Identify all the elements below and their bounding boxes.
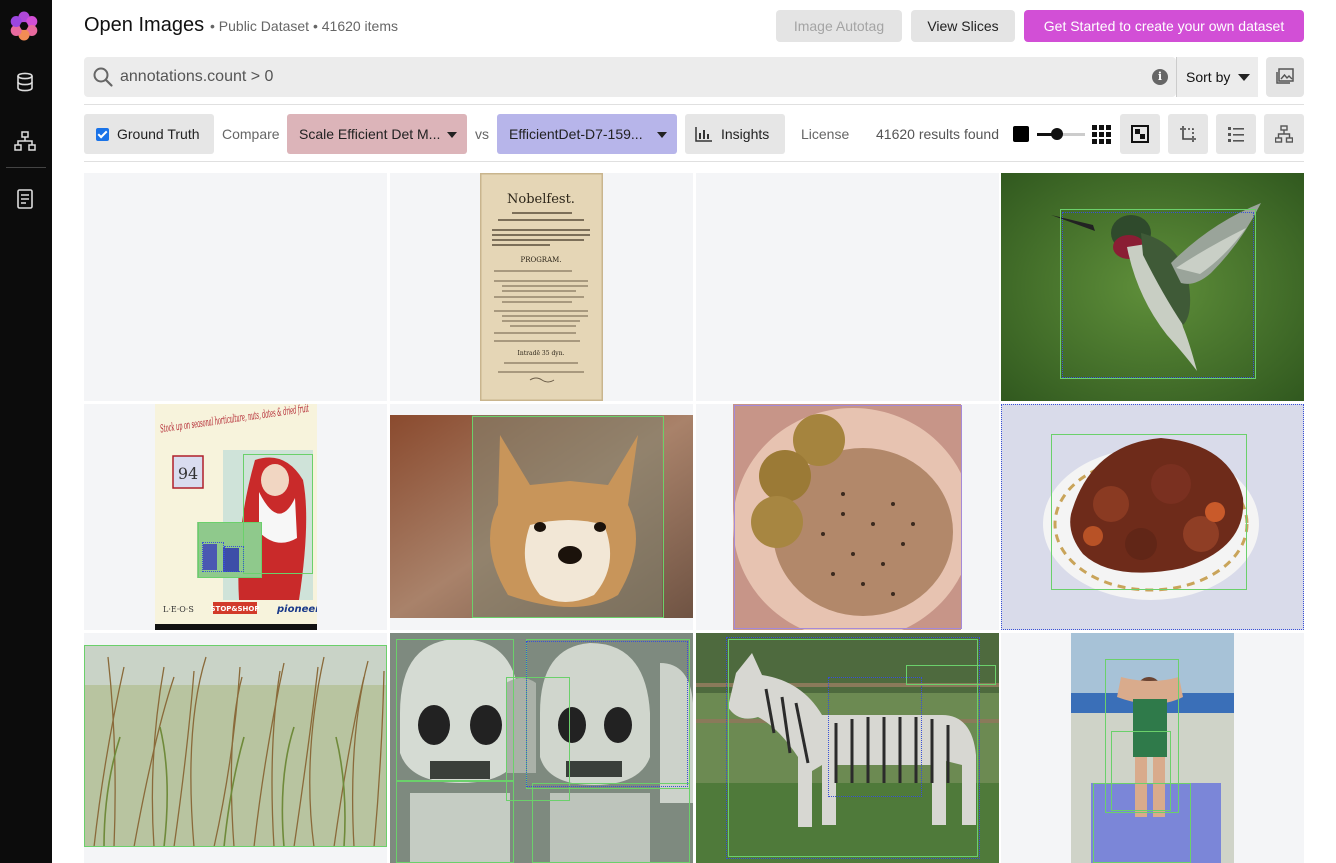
image-tile-empty[interactable] — [696, 173, 999, 401]
poster-badge: 94 — [178, 464, 198, 483]
ground-truth-box — [1093, 783, 1191, 863]
model-b-label: EfficientDet-D7-159... — [509, 126, 643, 142]
prediction-box — [224, 546, 244, 572]
image-tile-hummingbird[interactable] — [1001, 173, 1304, 401]
list-icon — [1228, 127, 1244, 142]
image-grid: Nobelfest. PROGRAM. Intradē 35 dyn. Stoc… — [84, 173, 1304, 863]
view-slices-button[interactable]: View Slices — [911, 10, 1015, 42]
ground-truth-box — [532, 783, 690, 863]
image-tile-empty[interactable] — [84, 173, 387, 401]
prediction-box — [828, 677, 922, 797]
sidebar-divider — [6, 167, 46, 168]
chevron-down-icon — [447, 132, 457, 138]
image-autotag-button[interactable]: Image Autotag — [776, 10, 902, 42]
dataset-meta: • Public Dataset • 41620 items — [210, 18, 399, 34]
image-tile-dog[interactable] — [390, 404, 693, 630]
image-tile-food[interactable] — [696, 404, 999, 630]
chevron-down-icon — [657, 132, 667, 138]
poster-footer-right: pioneer — [276, 604, 317, 615]
ground-truth-box — [396, 781, 514, 863]
ground-truth-box — [396, 639, 514, 781]
image-icon — [1276, 68, 1294, 84]
search-bar: i — [84, 57, 1176, 97]
get-started-button[interactable]: Get Started to create your own dataset — [1024, 10, 1304, 42]
ground-truth-checkbox[interactable] — [96, 128, 109, 141]
prediction-box — [1001, 404, 1304, 630]
sort-label: Sort by — [1186, 69, 1231, 85]
image-tile-gymnast[interactable] — [1001, 633, 1304, 863]
bar-chart-icon — [695, 127, 712, 142]
chevron-down-icon — [1238, 74, 1250, 81]
crop-view-button[interactable] — [1168, 114, 1208, 154]
image-tile-document[interactable]: Nobelfest. PROGRAM. Intradē 35 dyn. — [390, 173, 693, 401]
prediction-box — [526, 641, 688, 787]
database-icon[interactable] — [14, 71, 36, 93]
prediction-box — [202, 542, 224, 572]
image-tile-grass[interactable] — [84, 633, 387, 863]
image-search-button[interactable] — [1266, 57, 1304, 97]
document-icon[interactable] — [14, 188, 36, 210]
image-tile-troopers[interactable] — [390, 633, 693, 863]
ground-truth-box — [84, 645, 387, 847]
poster-footer-left: L·E·O·S — [163, 605, 194, 614]
model-b-dropdown[interactable]: EfficientDet-D7-159... — [497, 114, 677, 154]
insights-label: Insights — [721, 126, 770, 142]
page-title: Open Images — [84, 14, 205, 36]
main-content: Open Images • Public Dataset • 41620 ite… — [84, 0, 1304, 863]
list-view-button[interactable] — [1216, 114, 1256, 154]
image-tile-poster[interactable]: Stock up on seasonal horticulture, nuts,… — [84, 404, 387, 630]
document-image: Nobelfest. PROGRAM. Intradē 35 dyn. — [480, 173, 603, 401]
header: Open Images • Public Dataset • 41620 ite… — [84, 8, 1304, 42]
search-icon — [93, 67, 113, 87]
ground-truth-box — [472, 416, 664, 618]
license-button[interactable]: License — [801, 126, 849, 142]
insights-button[interactable]: Insights — [685, 114, 785, 154]
sidebar — [0, 0, 52, 863]
slider-knob[interactable] — [1051, 128, 1063, 140]
document-intermission: Intradē 35 dyn. — [518, 350, 565, 357]
ground-truth-label: Ground Truth — [117, 126, 200, 142]
compare-label: Compare — [222, 126, 280, 142]
divider — [84, 161, 1304, 162]
mosaic-view-button[interactable] — [1120, 114, 1160, 154]
cluster-view-button[interactable] — [1264, 114, 1304, 154]
document-title: Nobelfest. — [507, 192, 575, 207]
results-count: 41620 results found — [876, 126, 999, 142]
toolbar: Ground Truth Compare Scale Efficient Det… — [84, 114, 1304, 154]
crop-icon — [1180, 126, 1196, 142]
hierarchy-icon — [1275, 125, 1293, 143]
ground-truth-toggle[interactable]: Ground Truth — [84, 114, 214, 154]
grid-view-icon[interactable] — [1092, 125, 1112, 145]
mosaic-icon — [1131, 125, 1149, 143]
poster-footer-mid: STOP&SHOP — [211, 605, 260, 613]
image-tile-plate[interactable] — [1001, 404, 1304, 630]
prediction-box — [734, 405, 962, 629]
sort-dropdown[interactable]: Sort by — [1176, 57, 1258, 97]
model-a-label: Scale Efficient Det M... — [299, 126, 441, 142]
divider — [84, 104, 1304, 105]
image-tile-zebra[interactable] — [696, 633, 999, 863]
thumbnail-size-slider[interactable] — [1037, 128, 1085, 140]
info-icon[interactable]: i — [1152, 69, 1168, 85]
search-input[interactable] — [120, 57, 1140, 97]
prediction-box — [1062, 212, 1254, 378]
vs-label: vs — [475, 126, 489, 142]
flower-logo-icon[interactable] — [8, 10, 40, 42]
hierarchy-icon[interactable] — [14, 130, 36, 152]
ground-truth-box — [906, 665, 996, 685]
color-swatch[interactable] — [1013, 126, 1029, 142]
document-program: PROGRAM. — [520, 256, 561, 264]
model-a-dropdown[interactable]: Scale Efficient Det M... — [287, 114, 467, 154]
